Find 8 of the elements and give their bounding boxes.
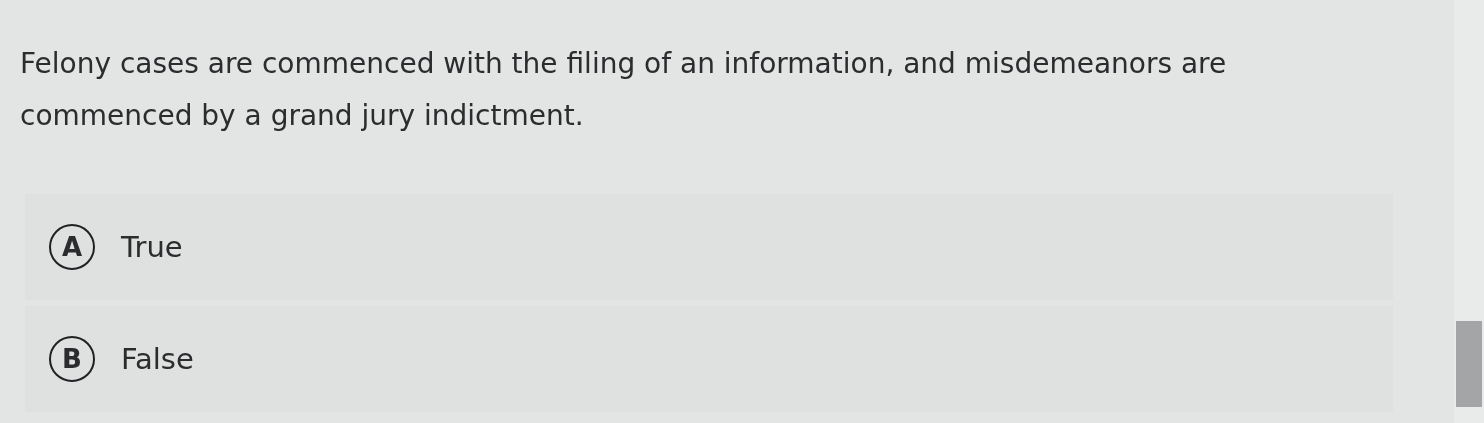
question-text: Felony cases are commenced with the filing of an information, and misdemeanors are commenced by a grand jury indictment. bbox=[20, 46, 1228, 134]
option-label: False bbox=[121, 342, 194, 376]
answer-option[interactable]: A True bbox=[25, 194, 1393, 300]
option-letter: A bbox=[49, 224, 95, 270]
option-letter: B bbox=[49, 336, 95, 382]
scrollbar-thumb[interactable] bbox=[1456, 321, 1482, 407]
option-label: True bbox=[121, 230, 183, 264]
answer-option[interactable]: B False bbox=[25, 306, 1393, 412]
